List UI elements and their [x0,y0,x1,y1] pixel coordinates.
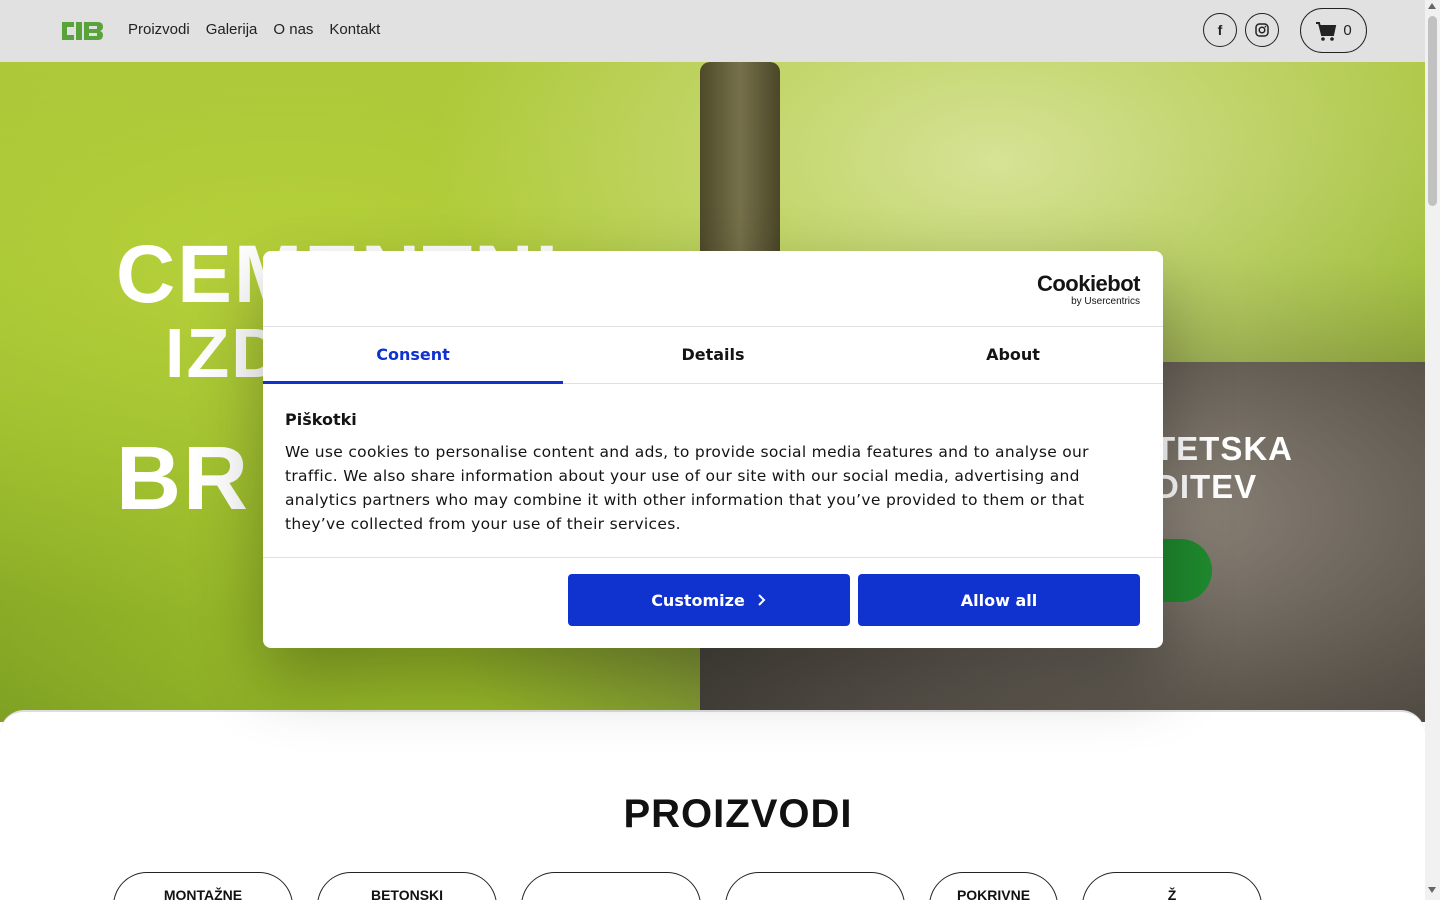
hero-title-line3: BR [116,429,250,529]
nav-item-o-nas[interactable]: O nas [273,21,313,38]
cart-button[interactable]: 0 [1300,8,1367,53]
cib-logo-icon [62,22,103,40]
tab-consent[interactable]: Consent [263,327,563,384]
instagram-icon [1255,23,1269,37]
cookiebot-brand-sub: by Usercentrics [1071,296,1140,307]
facebook-icon: f [1217,22,1223,38]
nav-item-proizvodi[interactable]: Proizvodi [128,21,190,38]
cookiebot-brand: Cookiebot [1036,271,1141,296]
consent-tabs: Consent Details About [263,326,1163,384]
scroll-down-icon[interactable] [1428,887,1436,893]
nav-item-galerija[interactable]: Galerija [206,21,258,38]
tab-details[interactable]: Details [563,327,863,383]
cookie-consent-dialog: Cookiebot by Usercentrics Consent Detail… [263,251,1163,648]
cookiebot-logo: Cookiebot by Usercentrics [1036,271,1141,308]
scrollbar-thumb[interactable] [1428,16,1437,206]
cart-count: 0 [1343,22,1352,39]
customize-label: Customize [651,590,745,610]
customize-button[interactable]: Customize [568,574,850,626]
logo[interactable] [62,20,104,42]
dialog-description: We use cookies to personalise content an… [285,443,1089,533]
scroll-up-icon[interactable] [1428,3,1436,9]
category-pill[interactable]: POKRIVNE [929,872,1058,900]
hero-subtitle-line2: DITEV [1155,467,1258,505]
nav-item-kontakt[interactable]: Kontakt [329,21,380,38]
hero-subtitle-line1: TETSKA [1155,430,1293,467]
facebook-link[interactable]: f [1203,13,1237,47]
category-pill[interactable]: Ž [1082,872,1262,900]
dialog-heading: Piškotki [285,410,357,429]
site-header: Proizvodi Galerija O nas Kontakt f 0 [0,0,1425,62]
category-pill[interactable]: BETONSKI [317,872,497,900]
dialog-footer-divider [263,557,1163,558]
tab-about[interactable]: About [863,327,1163,383]
cart-icon [1316,21,1337,41]
allow-all-button[interactable]: Allow all [858,574,1140,626]
hero-subtitle: TETSKA DITEV [1155,430,1293,506]
category-pill[interactable]: MONTAŽNE [113,872,293,900]
main-nav: Proizvodi Galerija O nas Kontakt [128,21,380,38]
category-pill[interactable] [725,872,905,900]
instagram-link[interactable] [1245,13,1279,47]
products-section: PROIZVODI MONTAŽNE BETONSKI POKRIVNE Ž [0,710,1425,900]
chevron-right-icon [758,594,766,606]
products-title: PROIZVODI [623,792,853,836]
category-pill[interactable] [521,872,701,900]
